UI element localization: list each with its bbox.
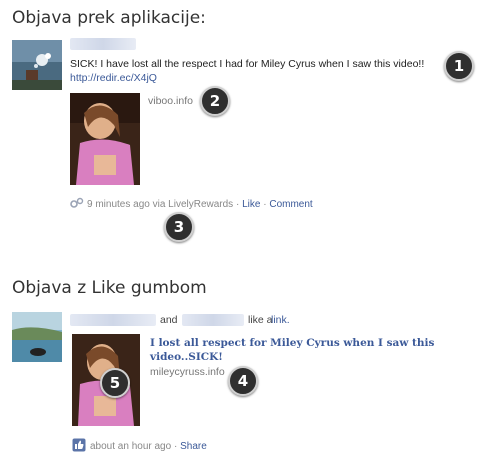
callout-marker-1: 1 bbox=[444, 51, 474, 81]
section-title-app-post: Objava prek aplikacije: bbox=[12, 8, 206, 28]
callout-marker-3: 3 bbox=[164, 212, 194, 242]
link-link[interactable]: link. bbox=[271, 314, 290, 326]
comment-link[interactable]: Comment bbox=[269, 199, 312, 210]
post-time: 9 minutes ago via LivelyRewards bbox=[87, 199, 234, 210]
like-time: about an hour ago bbox=[90, 441, 172, 452]
link-domain[interactable]: viboo.info bbox=[148, 95, 193, 107]
poster-avatar[interactable] bbox=[12, 40, 62, 90]
section-title-like-post: Objava z Like gumbom bbox=[12, 278, 207, 298]
post-shortlink[interactable]: http://redir.ec/X4jQ bbox=[70, 72, 157, 84]
separator: · bbox=[173, 441, 178, 452]
like-thumb-icon bbox=[72, 438, 86, 455]
poster-name-blurred[interactable] bbox=[70, 38, 136, 50]
like-a-text: like a bbox=[248, 314, 273, 326]
liker-avatar[interactable] bbox=[12, 312, 62, 362]
liker-name-blurred[interactable] bbox=[70, 314, 156, 326]
callout-marker-2: 2 bbox=[200, 86, 230, 116]
second-liker-blurred[interactable] bbox=[182, 314, 244, 326]
like-meta-line: about an hour ago · Share bbox=[72, 438, 207, 455]
share-link[interactable]: Share bbox=[180, 441, 207, 452]
post-meta-line: 9 minutes ago via LivelyRewards · Like ·… bbox=[70, 197, 313, 212]
video-thumbnail[interactable] bbox=[70, 93, 140, 185]
link-headline[interactable]: I lost all respect for Miley Cyrus when … bbox=[150, 336, 450, 364]
separator: · bbox=[235, 199, 240, 210]
callout-marker-5: 5 bbox=[100, 368, 130, 398]
link-domain-2[interactable]: mileycyruss.info bbox=[150, 366, 225, 378]
and-text: and bbox=[160, 314, 178, 326]
separator: · bbox=[263, 199, 267, 210]
post-message: SICK! I have lost all the respect I had … bbox=[70, 58, 425, 70]
app-gear-icon bbox=[70, 197, 84, 212]
like-link[interactable]: Like bbox=[242, 199, 260, 210]
callout-marker-4: 4 bbox=[228, 366, 258, 396]
